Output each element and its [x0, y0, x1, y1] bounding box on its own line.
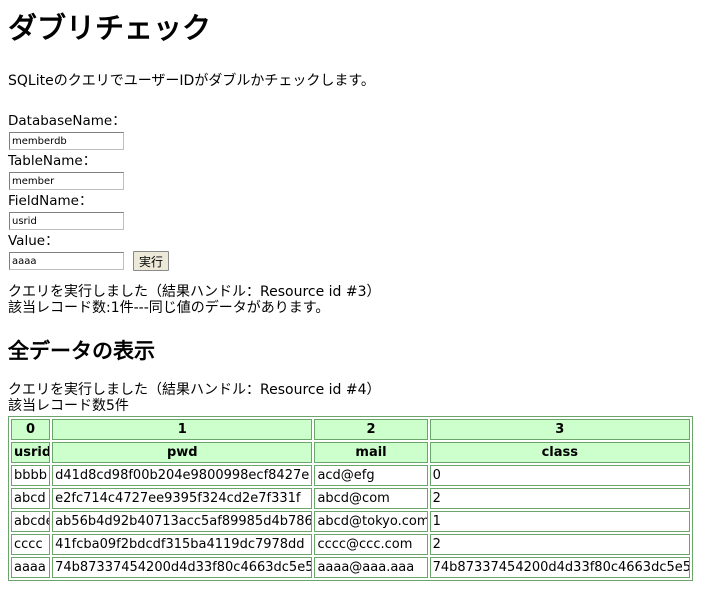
table-cell: aaaa@aaa.aaa — [314, 557, 428, 578]
table-cell: acd@efg — [314, 465, 428, 486]
check-result: クエリを実行しました（結果ハンドル：Resource id #3） 該当レコード… — [8, 284, 707, 316]
index-header-cell: 0 — [11, 419, 51, 440]
table-cell: abcd — [11, 488, 51, 509]
all-data-result-line-2: 該当レコード数5件 — [8, 398, 129, 414]
all-data-result: クエリを実行しました（結果ハンドル：Resource id #4） 該当レコード… — [8, 382, 707, 414]
table-row: abcd e2fc714c4727ee9395f324cd2e7f331f ab… — [11, 488, 690, 509]
table-cell: 41fcba09f2bdcdf315ba4119dc7978dd — [52, 534, 313, 555]
table-cell: 0 — [429, 465, 690, 486]
table-cell: aaaa — [11, 557, 51, 578]
value-label: Value： — [8, 233, 59, 249]
database-label: DatabaseName： — [8, 113, 126, 129]
table-row: aaaa 74b87337454200d4d33f80c4663dc5e5 aa… — [11, 557, 690, 578]
column-header-mail: mail — [314, 442, 428, 463]
database-input[interactable] — [9, 132, 124, 150]
table-cell: 74b87337454200d4d33f80c4663dc5e5 — [52, 557, 313, 578]
table-cell: 1 — [429, 511, 690, 532]
index-header-cell: 3 — [429, 419, 690, 440]
all-data-result-line-1: クエリを実行しました（結果ハンドル：Resource id #4） — [8, 382, 381, 398]
table-cell: cccc — [11, 534, 51, 555]
page-description: SQLiteのクエリでユーザーIDがダブルかチェックします。 — [8, 73, 375, 89]
table-row: bbbb d41d8cd98f00b204e9800998ecf8427e ac… — [11, 465, 690, 486]
table-cell: e2fc714c4727ee9395f324cd2e7f331f — [52, 488, 313, 509]
index-header-cell: 2 — [314, 419, 428, 440]
field-label: FieldName： — [8, 193, 93, 209]
table-cell: abcde — [11, 511, 51, 532]
page-title: ダブリチェック — [8, 11, 212, 45]
table-cell: bbbb — [11, 465, 51, 486]
check-result-line-2: 該当レコード数:1件---同じ値のデータがあります。 — [8, 300, 330, 316]
field-input[interactable] — [9, 212, 124, 230]
table-cell: 2 — [429, 534, 690, 555]
table-cell: abcd@tokyo.com — [314, 511, 428, 532]
check-form: DatabaseName： TableName： FieldName： Valu… — [8, 112, 707, 272]
table-cell: d41d8cd98f00b204e9800998ecf8427e — [52, 465, 313, 486]
execute-button[interactable]: 実行 — [133, 251, 170, 271]
table-cell: abcd@com — [314, 488, 428, 509]
index-header-cell: 1 — [52, 419, 313, 440]
table-row: cccc 41fcba09f2bdcdf315ba4119dc7978dd cc… — [11, 534, 690, 555]
table-cell: 2 — [429, 488, 690, 509]
value-input[interactable] — [9, 252, 124, 270]
page: ダブリチェック SQLiteのクエリでユーザーIDがダブルかチェックします。 D… — [0, 0, 707, 581]
column-header-class: class — [429, 442, 690, 463]
all-data-heading: 全データの表示 — [8, 339, 155, 363]
table-cell: cccc@ccc.com — [314, 534, 428, 555]
table-cell: ab56b4d92b40713acc5af89985d4b786 — [52, 511, 313, 532]
table-input[interactable] — [9, 172, 124, 190]
table-row: abcde ab56b4d92b40713acc5af89985d4b786 a… — [11, 511, 690, 532]
table-label: TableName： — [8, 153, 97, 169]
column-header-pwd: pwd — [52, 442, 313, 463]
index-header-row: 0 1 2 3 — [11, 419, 690, 440]
column-header-row: usrid pwd mail class — [11, 442, 690, 463]
data-table: 0 1 2 3 usrid pwd mail class bbbb d41d8c… — [8, 416, 693, 581]
column-header-usrid: usrid — [11, 442, 51, 463]
table-cell: 74b87337454200d4d33f80c4663dc5e5 — [429, 557, 690, 578]
check-result-line-1: クエリを実行しました（結果ハンドル：Resource id #3） — [8, 284, 381, 300]
